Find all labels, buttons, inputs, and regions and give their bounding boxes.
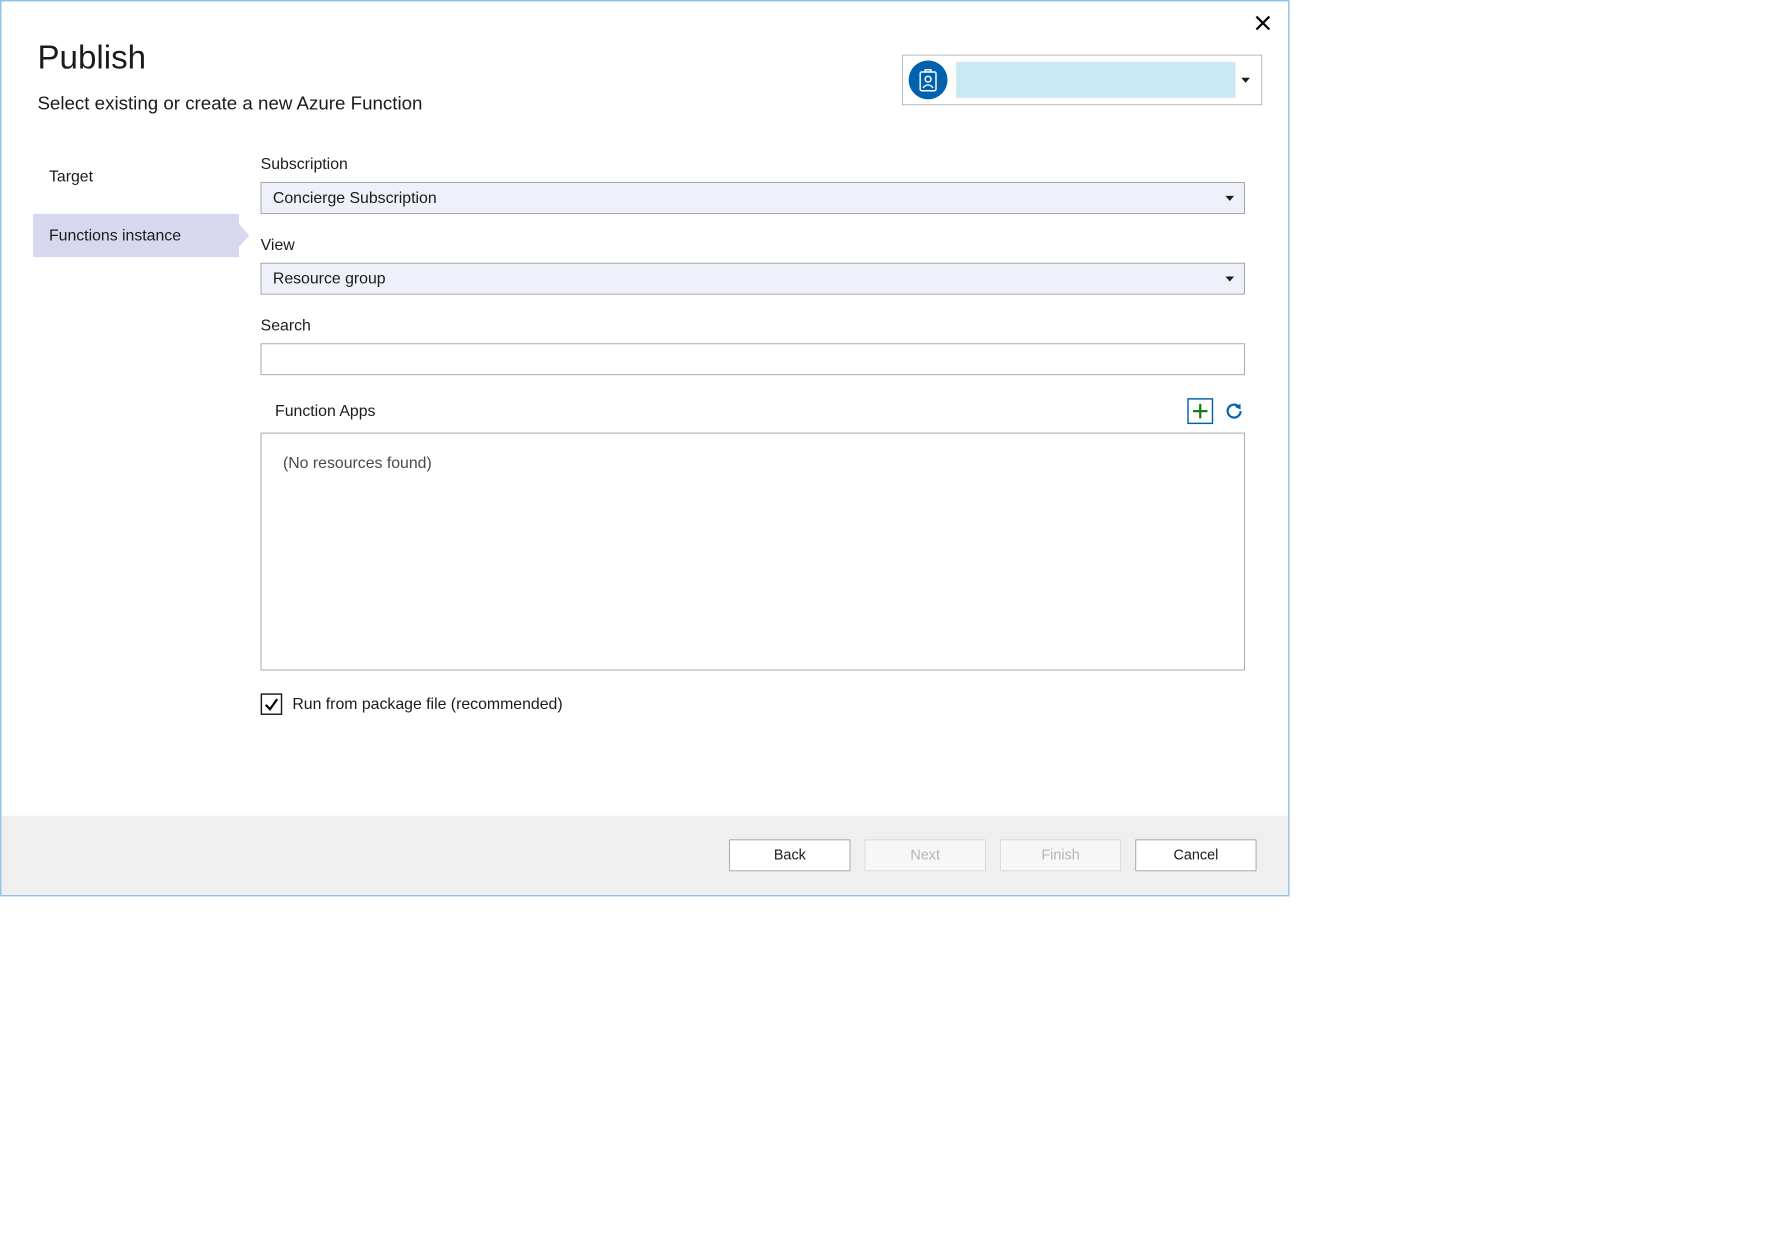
search-label: Search bbox=[261, 316, 1245, 335]
sidebar-item-label: Functions instance bbox=[49, 226, 181, 245]
subscription-value: Concierge Subscription bbox=[273, 189, 437, 208]
next-button: Next bbox=[865, 840, 986, 872]
close-icon[interactable] bbox=[1255, 14, 1271, 34]
cancel-button[interactable]: Cancel bbox=[1135, 840, 1256, 872]
sidebar-item-label: Target bbox=[49, 167, 93, 186]
view-dropdown[interactable]: Resource group bbox=[261, 263, 1245, 295]
view-value: Resource group bbox=[273, 269, 386, 288]
run-from-package-checkbox[interactable]: Run from package file (recommended) bbox=[261, 693, 1245, 715]
view-label: View bbox=[261, 235, 1245, 254]
sidebar-item-functions-instance[interactable]: Functions instance bbox=[33, 214, 239, 257]
wizard-sidebar: Target Functions instance bbox=[1, 155, 239, 781]
function-apps-list[interactable]: (No resources found) bbox=[261, 433, 1245, 671]
search-input[interactable] bbox=[261, 343, 1245, 375]
account-name-mask bbox=[956, 62, 1235, 98]
function-apps-header: Function Apps bbox=[261, 398, 1245, 424]
back-button[interactable]: Back bbox=[729, 840, 850, 872]
form-area: Subscription Concierge Subscription View… bbox=[239, 155, 1288, 781]
dialog-body: Target Functions instance Subscription C… bbox=[1, 155, 1288, 781]
refresh-icon bbox=[1224, 401, 1244, 421]
dialog-footer: Back Next Finish Cancel bbox=[1, 816, 1288, 895]
check-icon bbox=[264, 696, 280, 712]
sidebar-item-target[interactable]: Target bbox=[33, 155, 239, 198]
chevron-down-icon bbox=[1225, 276, 1234, 281]
finish-button: Finish bbox=[1000, 840, 1121, 872]
add-function-app-button[interactable] bbox=[1187, 398, 1213, 424]
badge-icon bbox=[909, 60, 948, 99]
chevron-down-icon bbox=[1225, 195, 1234, 200]
subscription-dropdown[interactable]: Concierge Subscription bbox=[261, 182, 1245, 214]
account-picker[interactable] bbox=[902, 55, 1262, 105]
subscription-label: Subscription bbox=[261, 155, 1245, 174]
checkbox-box bbox=[261, 693, 283, 715]
function-apps-empty-text: (No resources found) bbox=[283, 454, 432, 472]
publish-dialog: Publish Select existing or create a new … bbox=[0, 0, 1290, 896]
refresh-button[interactable] bbox=[1223, 400, 1245, 422]
chevron-down-icon bbox=[1241, 77, 1250, 82]
plus-icon bbox=[1191, 402, 1210, 421]
run-from-package-label: Run from package file (recommended) bbox=[292, 695, 562, 714]
function-apps-label: Function Apps bbox=[275, 402, 375, 421]
